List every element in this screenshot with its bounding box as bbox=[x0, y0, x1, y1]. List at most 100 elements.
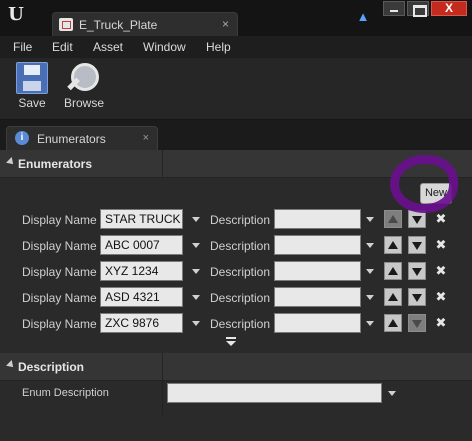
display-name-label: Display Name bbox=[22, 213, 97, 227]
description-label: Description bbox=[210, 265, 271, 279]
save-label: Save bbox=[18, 96, 46, 110]
display-name-input[interactable]: XYZ 1234 bbox=[100, 261, 183, 281]
display-name-input[interactable]: ABC 0007 bbox=[100, 235, 183, 255]
enum-description-input[interactable] bbox=[167, 383, 382, 403]
column-divider bbox=[162, 353, 163, 381]
menu-asset[interactable]: Asset bbox=[93, 40, 123, 54]
delete-icon[interactable]: ✖ bbox=[434, 210, 448, 228]
arrow-up-icon bbox=[388, 241, 398, 249]
delete-icon[interactable]: ✖ bbox=[434, 236, 448, 254]
description-dropdown-icon[interactable] bbox=[366, 321, 374, 326]
maximize-button[interactable] bbox=[407, 1, 429, 17]
close-window-button[interactable]: X bbox=[431, 1, 467, 16]
collapse-arrow-icon[interactable] bbox=[6, 360, 16, 370]
menu-file[interactable]: File bbox=[13, 40, 32, 54]
move-up-button[interactable] bbox=[384, 288, 402, 306]
display-name-dropdown-icon[interactable] bbox=[192, 217, 200, 222]
enum-description-row: Enum Description bbox=[0, 381, 472, 405]
description-label: Description bbox=[210, 213, 271, 227]
delete-icon[interactable]: ✖ bbox=[434, 314, 448, 332]
close-icon: X bbox=[444, 1, 453, 15]
minimize-button[interactable] bbox=[383, 1, 405, 16]
enumerator-row: Display Name ABC 0007 Description ✖ bbox=[0, 233, 472, 257]
menu-window[interactable]: Window bbox=[143, 40, 186, 54]
arrow-down-icon bbox=[412, 294, 422, 302]
move-up-button[interactable] bbox=[384, 210, 402, 228]
menu-bar: File Edit Asset Window Help bbox=[0, 36, 472, 58]
description-input[interactable] bbox=[274, 313, 361, 333]
move-down-button[interactable] bbox=[408, 236, 426, 254]
display-name-label: Display Name bbox=[22, 317, 97, 331]
info-icon: i bbox=[15, 131, 29, 145]
panel-tab-bar: i Enumerators × bbox=[0, 120, 472, 150]
display-name-input[interactable]: ZXC 9876 bbox=[100, 313, 183, 333]
enumerator-row: Display Name STAR TRUCK Description ✖ bbox=[0, 207, 472, 231]
description-label: Description bbox=[210, 317, 271, 331]
enumerators-section-label: Enumerators bbox=[18, 157, 93, 171]
enumerator-row: Display Name ASD 4321 Description ✖ bbox=[0, 285, 472, 309]
browse-label: Browse bbox=[63, 96, 104, 110]
enumerator-row: Display Name ZXC 9876 Description ✖ bbox=[0, 311, 472, 335]
display-name-dropdown-icon[interactable] bbox=[192, 243, 200, 248]
display-name-label: Display Name bbox=[22, 291, 97, 305]
move-down-button[interactable] bbox=[408, 262, 426, 280]
enum-description-label: Enum Description bbox=[22, 387, 109, 399]
move-up-button[interactable] bbox=[384, 236, 402, 254]
arrow-down-icon bbox=[412, 242, 422, 250]
tab-enumerators-label: Enumerators bbox=[37, 132, 106, 146]
delete-icon[interactable]: ✖ bbox=[434, 262, 448, 280]
document-tab-close-icon[interactable]: × bbox=[222, 17, 229, 31]
expand-advanced-icon[interactable] bbox=[226, 337, 236, 346]
unreal-logo-icon: U bbox=[8, 4, 24, 25]
description-input[interactable] bbox=[274, 235, 361, 255]
arrow-down-icon bbox=[412, 216, 422, 224]
delete-icon[interactable]: ✖ bbox=[434, 288, 448, 306]
document-tab-label: E_Truck_Plate bbox=[79, 18, 158, 32]
save-button[interactable]: Save bbox=[13, 62, 51, 110]
arrow-up-icon bbox=[388, 319, 398, 327]
display-name-dropdown-icon[interactable] bbox=[192, 321, 200, 326]
display-name-dropdown-icon[interactable] bbox=[192, 295, 200, 300]
enum-asset-icon bbox=[59, 18, 73, 31]
display-name-dropdown-icon[interactable] bbox=[192, 269, 200, 274]
column-divider bbox=[162, 150, 163, 178]
document-tab[interactable]: E_Truck_Plate × bbox=[52, 12, 238, 36]
move-down-button[interactable] bbox=[408, 288, 426, 306]
description-section-label: Description bbox=[18, 360, 85, 374]
arrow-up-icon bbox=[388, 215, 398, 223]
details-panel: Enumerators New Display Name STAR TRUCK … bbox=[0, 150, 472, 441]
toolbar: Save Browse bbox=[0, 58, 472, 120]
description-section-header[interactable]: Description bbox=[0, 353, 472, 381]
move-up-button[interactable] bbox=[384, 314, 402, 332]
tab-enumerators[interactable]: i Enumerators × bbox=[6, 126, 158, 150]
display-name-label: Display Name bbox=[22, 239, 97, 253]
tab-close-icon[interactable]: × bbox=[143, 132, 149, 144]
browse-button[interactable]: Browse bbox=[62, 62, 106, 110]
menu-help[interactable]: Help bbox=[206, 40, 231, 54]
collapse-arrow-icon[interactable] bbox=[6, 157, 16, 167]
move-up-button[interactable] bbox=[384, 262, 402, 280]
title-bar: U E_Truck_Plate × ▲ X bbox=[0, 0, 472, 36]
display-name-label: Display Name bbox=[22, 265, 97, 279]
description-input[interactable] bbox=[274, 287, 361, 307]
arrow-up-icon bbox=[388, 293, 398, 301]
display-name-input[interactable]: STAR TRUCK bbox=[100, 209, 183, 229]
description-label: Description bbox=[210, 239, 271, 253]
save-icon bbox=[16, 62, 48, 94]
description-label: Description bbox=[210, 291, 271, 305]
annotation-circle bbox=[390, 155, 458, 213]
description-dropdown-icon[interactable] bbox=[366, 217, 374, 222]
arrow-down-icon bbox=[412, 320, 422, 328]
display-name-input[interactable]: ASD 4321 bbox=[100, 287, 183, 307]
column-divider bbox=[162, 381, 163, 417]
description-input[interactable] bbox=[274, 209, 361, 229]
description-dropdown-icon[interactable] bbox=[366, 269, 374, 274]
description-dropdown-icon[interactable] bbox=[366, 295, 374, 300]
move-down-button[interactable] bbox=[408, 314, 426, 332]
description-input[interactable] bbox=[274, 261, 361, 281]
help-icon[interactable]: ▲ bbox=[356, 10, 370, 24]
description-dropdown-icon[interactable] bbox=[366, 243, 374, 248]
menu-edit[interactable]: Edit bbox=[52, 40, 73, 54]
magnifier-icon bbox=[66, 62, 102, 98]
enum-description-dropdown-icon[interactable] bbox=[388, 391, 396, 396]
